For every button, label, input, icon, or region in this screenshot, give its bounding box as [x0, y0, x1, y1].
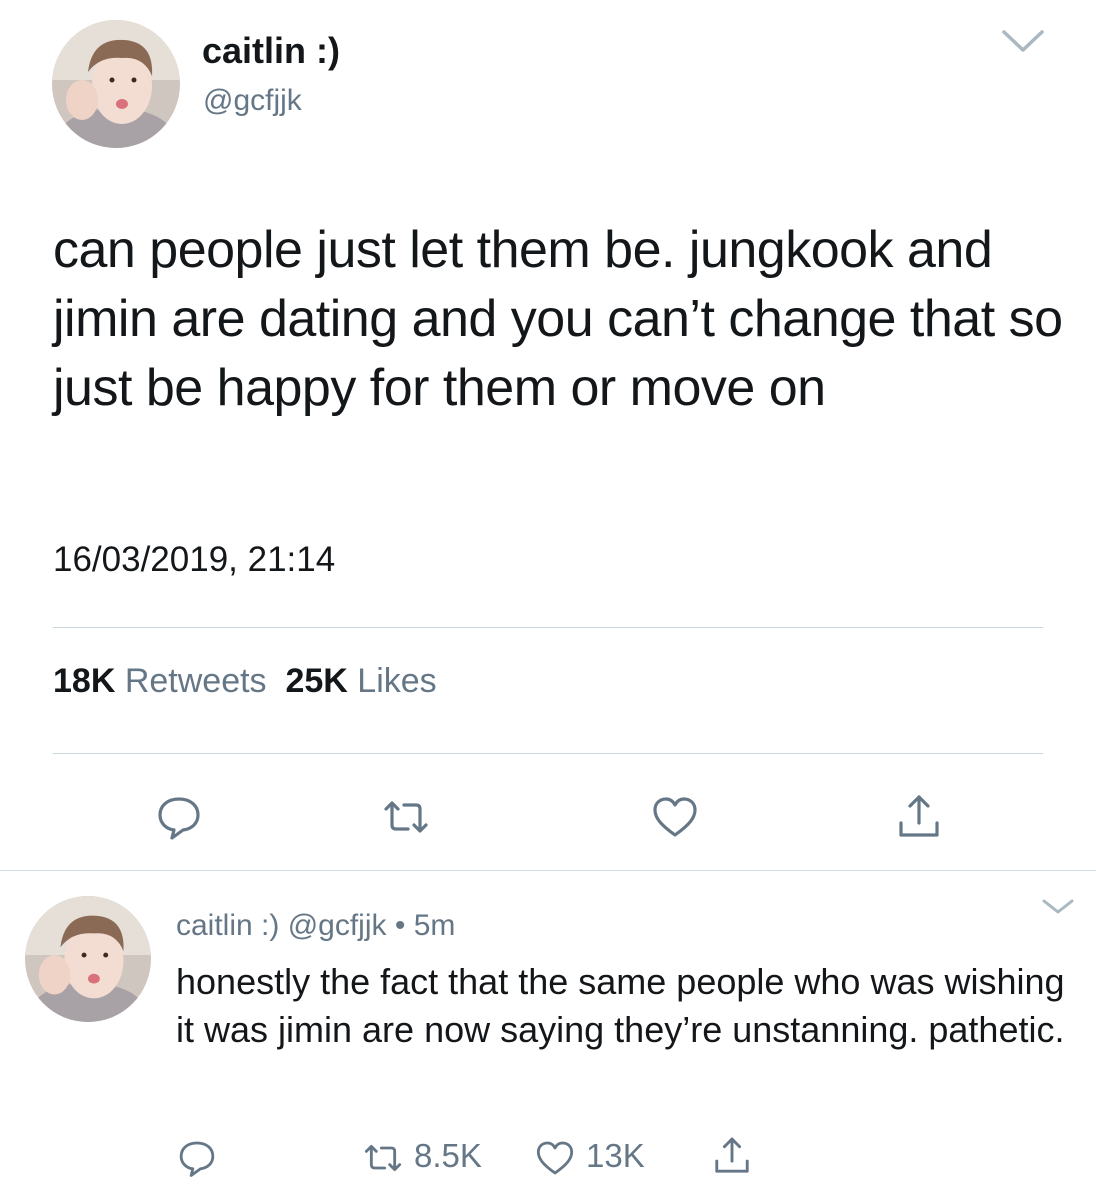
tweet-stats: 18K Retweets 25K Likes [53, 662, 437, 701]
separator: • [394, 909, 406, 942]
tweet-text: can people just let them be. jungkook an… [53, 221, 1063, 417]
retweets-label: Retweets [124, 662, 267, 700]
likes-stat[interactable]: 25K Likes [285, 662, 436, 700]
section-divider [0, 870, 1096, 871]
retweets-stat[interactable]: 18K Retweets [53, 662, 267, 700]
reply-header: caitlin :) @gcfjjk • 5m [176, 909, 455, 943]
user-handle[interactable]: @gcfjjk [203, 84, 302, 118]
display-name[interactable]: caitlin :) [176, 909, 279, 942]
share-icon[interactable] [893, 791, 941, 839]
tweet-age: 5m [413, 909, 456, 942]
share-icon[interactable] [710, 1134, 750, 1174]
avatar-photo [52, 20, 180, 148]
retweets-count: 18K [53, 662, 116, 700]
chevron-down-icon[interactable] [1040, 896, 1076, 918]
user-handle[interactable]: @gcfjjk [288, 909, 387, 942]
divider [53, 753, 1043, 754]
avatar[interactable] [25, 896, 151, 1022]
like-icon[interactable] [651, 793, 699, 841]
retweet-count: 8.5K [414, 1137, 482, 1174]
reply-icon[interactable] [177, 1138, 217, 1178]
likes-count: 25K [285, 662, 348, 700]
display-name[interactable]: caitlin :) [202, 30, 340, 72]
chevron-down-icon[interactable] [1000, 26, 1046, 56]
likes-label: Likes [357, 662, 437, 700]
reply-icon[interactable] [155, 793, 203, 841]
retweet-icon[interactable] [382, 793, 430, 841]
tweet-text: honestly the fact that the same people w… [176, 961, 1065, 1050]
tweet-timestamp: 16/03/2019, 21:14 [53, 540, 336, 579]
avatar[interactable] [52, 20, 180, 148]
divider [53, 627, 1043, 628]
retweet-icon[interactable] [363, 1138, 403, 1178]
like-icon[interactable] [535, 1138, 575, 1178]
like-count: 13K [586, 1137, 645, 1174]
avatar-photo [25, 896, 151, 1022]
